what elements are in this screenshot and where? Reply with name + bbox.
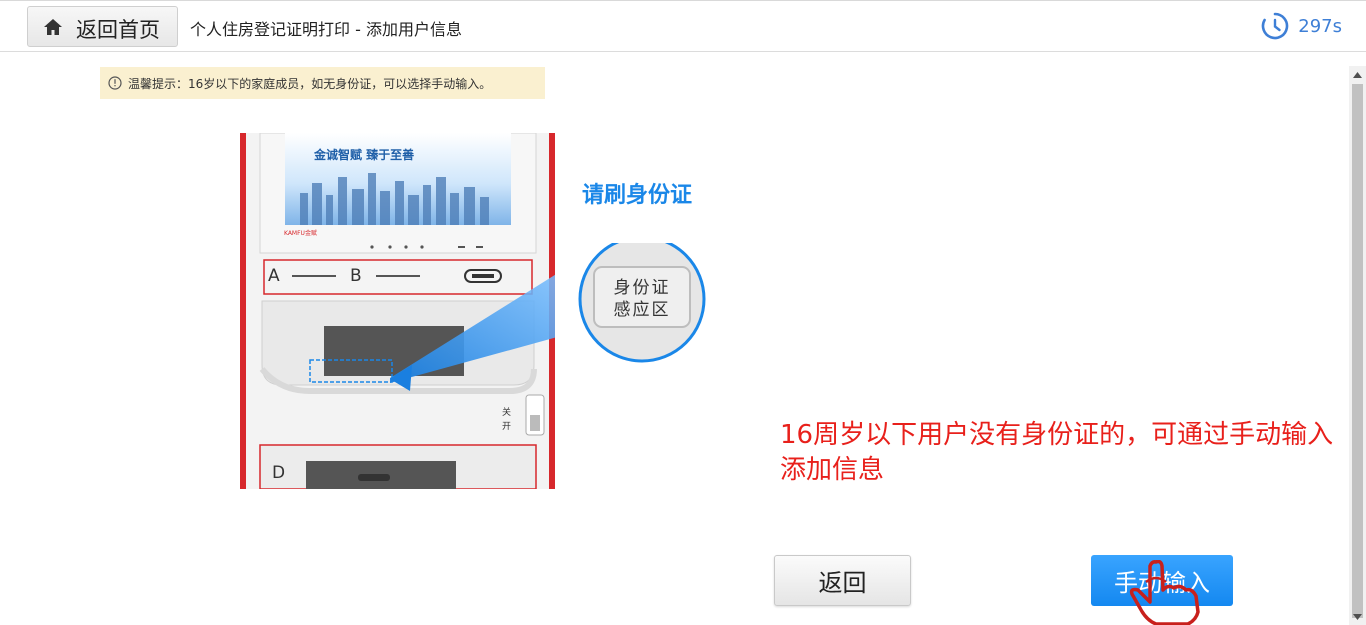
tip-text: 温馨提示：16岁以下的家庭成员，如无身份证，可以选择手动输入。 (128, 76, 492, 91)
vertical-scrollbar[interactable] (1349, 66, 1366, 625)
clock-icon (1261, 12, 1289, 40)
countdown-value: 297s (1298, 15, 1342, 37)
kiosk-illustration: 金诚智赋 臻于至善 KAMFU金赋 A B 关 开 D (240, 133, 555, 489)
id-card-label-1: 身份证 (614, 278, 671, 298)
port-d-label: D (272, 463, 285, 483)
home-button-label: 返回首页 (76, 18, 160, 42)
scrollbar-thumb[interactable] (1352, 84, 1363, 618)
top-bar: 返回首页 个人住房登记证明打印 - 添加用户信息 297s (0, 0, 1366, 52)
scroll-down-arrow-icon[interactable] (1349, 608, 1366, 625)
screen-slogan: 金诚智赋 臻于至善 (313, 147, 414, 162)
id-card-label-2: 感应区 (614, 300, 671, 320)
scroll-up-arrow-icon[interactable] (1349, 66, 1366, 83)
breadcrumb: 个人住房登记证明打印 - 添加用户信息 (190, 20, 462, 39)
back-button[interactable]: 返回 (774, 555, 911, 606)
countdown-timer: 297s (1260, 11, 1342, 41)
info-icon (108, 76, 122, 90)
home-button[interactable]: 返回首页 (27, 6, 178, 47)
switch-off-label: 关 (502, 406, 511, 418)
port-a-label: A (268, 266, 280, 286)
port-b-label: B (350, 266, 362, 286)
kiosk-brand: KAMFU金赋 (284, 229, 317, 237)
tip-banner: 温馨提示：16岁以下的家庭成员，如无身份证，可以选择手动输入。 (100, 67, 545, 99)
hand-pointer-icon (1129, 560, 1200, 625)
switch-on-label: 开 (502, 421, 511, 432)
swipe-id-title: 请刷身份证 (582, 183, 693, 208)
id-card-zone-magnifier: 身份证 感应区 (578, 243, 706, 363)
notice-text: 16周岁以下用户没有身份证的，可通过手动输入添加信息 (780, 420, 1334, 485)
home-icon (44, 19, 62, 35)
